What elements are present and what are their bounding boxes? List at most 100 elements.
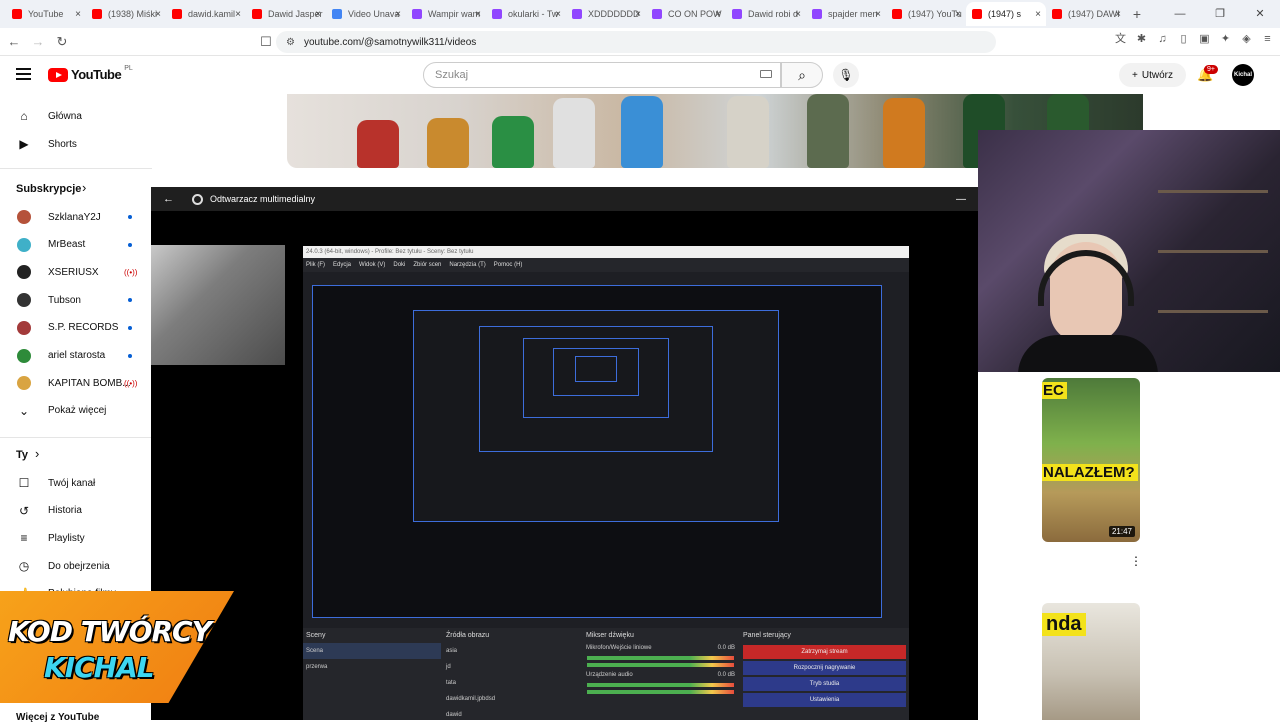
- menu-icon[interactable]: ≡: [1261, 33, 1274, 46]
- browser-tab[interactable]: CO ON POW ×: [646, 2, 726, 26]
- ai-icon[interactable]: ✦: [1219, 33, 1232, 46]
- obs-control-button[interactable]: Rozpocznij nagrywanie: [743, 661, 906, 675]
- avatar[interactable]: Kichal: [1232, 64, 1254, 86]
- tab-close-icon[interactable]: ×: [795, 9, 801, 20]
- tab-close-icon[interactable]: ×: [1035, 9, 1041, 20]
- sidebar-subscription[interactable]: S.P. RECORDS: [0, 315, 152, 341]
- tab-close-icon[interactable]: ×: [75, 9, 81, 20]
- youtube-logo[interactable]: YouTube PL: [48, 65, 133, 82]
- new-content-dot: [128, 242, 132, 247]
- volume-meter[interactable]: [587, 683, 734, 687]
- source-item[interactable]: jd: [443, 659, 581, 675]
- obs-menu-item[interactable]: Narzędzia (T): [449, 262, 485, 268]
- minimize-icon[interactable]: —: [1160, 0, 1200, 28]
- wallet-icon[interactable]: ▣: [1198, 33, 1211, 46]
- scene-item[interactable]: przerwa: [303, 659, 441, 675]
- volume-meter[interactable]: [587, 656, 734, 660]
- browser-tab[interactable]: Wampir wam ×: [406, 2, 486, 26]
- browser-tab[interactable]: (1938) Miśki ×: [86, 2, 166, 26]
- obs-menu-item[interactable]: Doki: [393, 262, 405, 268]
- forward-icon[interactable]: →: [28, 34, 48, 49]
- url-field[interactable]: ⚙ youtube.com/@samotnywilk311/videos: [276, 31, 996, 53]
- browser-tab[interactable]: dawid.kamil ×: [166, 2, 246, 26]
- obs-menu-item[interactable]: Plik (F): [306, 262, 325, 268]
- source-item[interactable]: tata: [443, 675, 581, 691]
- extension-icon[interactable]: ✱: [1135, 33, 1148, 46]
- sidebar-subscription[interactable]: Tubson: [0, 287, 152, 313]
- tab-close-icon[interactable]: ×: [635, 9, 641, 20]
- scene-item[interactable]: Scena: [303, 643, 441, 659]
- sidebar-item-home[interactable]: ⌂ Główna: [0, 103, 152, 129]
- voice-search-button[interactable]: 🎙: [833, 62, 859, 88]
- browser-tab[interactable]: (1947) DAWI ×: [1046, 2, 1126, 26]
- sidebar-item-history[interactable]: ↺ Historia: [0, 498, 152, 524]
- browser-tab[interactable]: (1947) YouTu ×: [886, 2, 966, 26]
- obs-menu-item[interactable]: Widok (V): [359, 262, 385, 268]
- video-thumbnail[interactable]: EC NALAZŁEM? 21:47: [1042, 378, 1140, 542]
- hamburger-menu-icon[interactable]: [16, 68, 31, 80]
- source-item[interactable]: dawid: [443, 707, 581, 723]
- search-input[interactable]: Szukaj: [423, 62, 781, 88]
- browser-tab[interactable]: XDDDDDDD ×: [566, 2, 646, 26]
- bookmark-icon[interactable]: ☐: [256, 34, 276, 50]
- sidebar-subscription[interactable]: SzklanaY2J: [0, 204, 152, 230]
- browser-tab[interactable]: spajder men ×: [806, 2, 886, 26]
- tab-close-icon[interactable]: ×: [395, 9, 401, 20]
- tab-close-icon[interactable]: ×: [235, 9, 241, 20]
- browser-tab[interactable]: okularki - Tw ×: [486, 2, 566, 26]
- keyboard-icon[interactable]: [760, 70, 772, 78]
- sidebar-subscription[interactable]: ariel starosta: [0, 343, 152, 369]
- show-more-button[interactable]: ⌄ Pokaż więcej: [0, 398, 152, 424]
- tab-close-icon[interactable]: ×: [315, 9, 321, 20]
- sidebar-item-playlist[interactable]: ≡ Playlisty: [0, 525, 152, 551]
- more-options-icon[interactable]: ⋮: [1130, 554, 1142, 568]
- sidebar-item-channel[interactable]: ☐ Twój kanał: [0, 470, 152, 496]
- obs-menu-item[interactable]: Zbiór scen: [413, 262, 441, 268]
- tab-close-icon[interactable]: ×: [475, 9, 481, 20]
- search-button[interactable]: ⌕: [781, 62, 823, 88]
- video-thumbnail[interactable]: nda: [1042, 603, 1140, 720]
- new-tab-icon[interactable]: +: [1126, 6, 1148, 22]
- tab-close-icon[interactable]: ×: [955, 9, 961, 20]
- video-duration: 21:47: [1108, 526, 1135, 537]
- close-window-icon[interactable]: ✕: [1240, 0, 1280, 28]
- media-icon[interactable]: ♫: [1156, 33, 1169, 46]
- shield-icon[interactable]: ◈: [1240, 33, 1253, 46]
- sidebar-subscription[interactable]: MrBeast: [0, 232, 152, 258]
- browser-tab[interactable]: Video Unava ×: [326, 2, 406, 26]
- tab-close-icon[interactable]: ×: [875, 9, 881, 20]
- sidebar-icon[interactable]: ▯: [1177, 33, 1190, 46]
- back-icon[interactable]: ←: [4, 34, 24, 49]
- sidebar-item-watch-later[interactable]: ◷ Do obejrzenia: [0, 553, 152, 579]
- obs-control-button[interactable]: Tryb studia: [743, 677, 906, 691]
- minimize-icon[interactable]: —: [956, 194, 966, 205]
- translate-icon[interactable]: 文: [1114, 33, 1127, 46]
- volume-meter[interactable]: [587, 690, 734, 694]
- browser-tab[interactable]: (1947) s ×: [966, 2, 1046, 26]
- back-arrow-icon[interactable]: ←: [163, 193, 174, 205]
- obs-control-button[interactable]: Zatrzymaj stream: [743, 645, 906, 659]
- browser-tab[interactable]: Dawid Jasper ×: [246, 2, 326, 26]
- tab-close-icon[interactable]: ×: [155, 9, 161, 20]
- sidebar-subscription[interactable]: XSERIUSX ((•)): [0, 259, 152, 285]
- source-item[interactable]: asia: [443, 643, 581, 659]
- obs-menu-item[interactable]: Edycja: [333, 262, 351, 268]
- tab-close-icon[interactable]: ×: [715, 9, 721, 20]
- subscriptions-heading[interactable]: Subskrypcje: [16, 183, 81, 195]
- browser-tab[interactable]: YouTube ×: [6, 2, 86, 26]
- source-item[interactable]: dawidkamil.jpbdsd: [443, 691, 581, 707]
- reload-icon[interactable]: ↻: [52, 34, 72, 50]
- tab-favicon-icon: [732, 9, 742, 19]
- obs-control-button[interactable]: Ustawienia: [743, 693, 906, 707]
- browser-tab[interactable]: Dawid robi d ×: [726, 2, 806, 26]
- create-button[interactable]: + Utwórz: [1119, 63, 1186, 87]
- volume-meter[interactable]: [587, 663, 734, 667]
- sidebar-item-shorts[interactable]: ▶ Shorts: [0, 131, 152, 157]
- obs-menu-item[interactable]: Pomoc (H): [494, 262, 523, 268]
- site-settings-icon[interactable]: ⚙: [286, 37, 295, 48]
- sidebar-subscription[interactable]: KAPITAN BOMB... ((•)): [0, 370, 152, 396]
- restore-icon[interactable]: ❐: [1200, 0, 1240, 28]
- tab-close-icon[interactable]: ×: [555, 9, 561, 20]
- you-heading[interactable]: Ty: [16, 449, 28, 461]
- tab-close-icon[interactable]: ×: [1115, 9, 1121, 20]
